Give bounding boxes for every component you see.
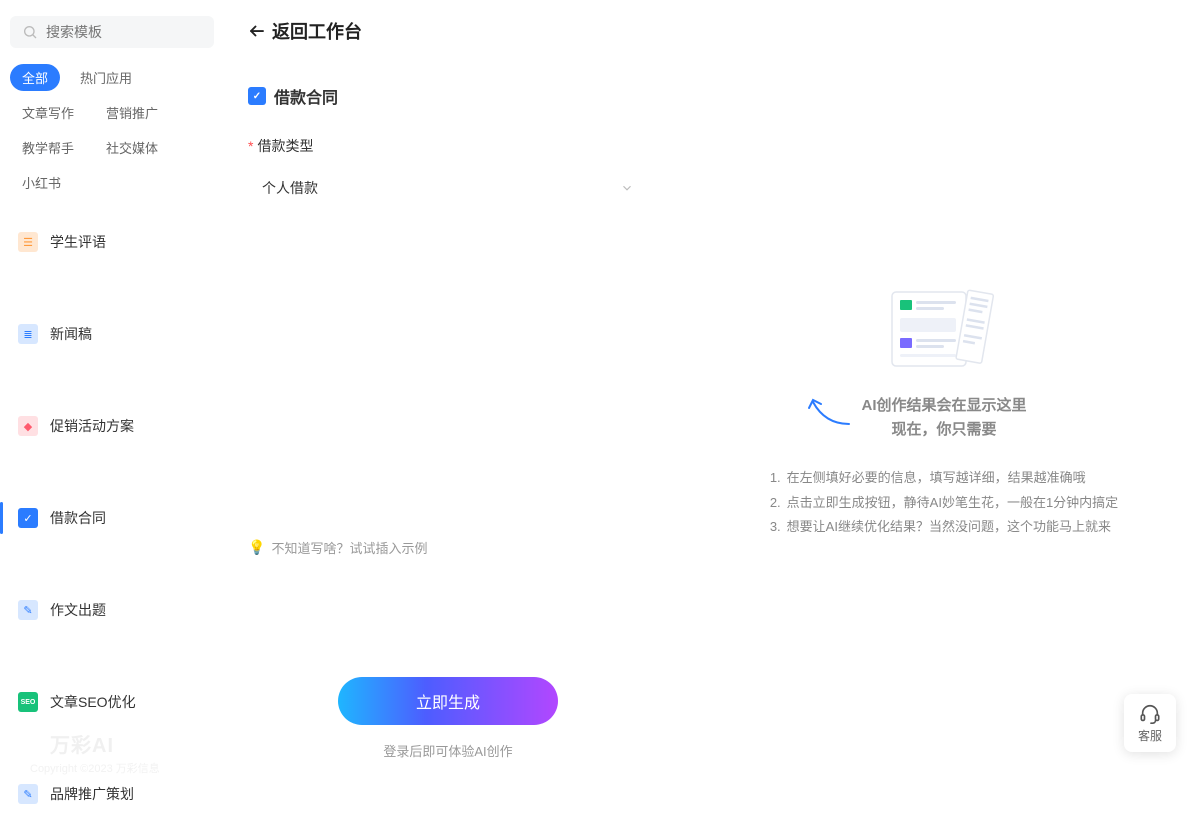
customer-service-button[interactable]: 客服 <box>1124 694 1176 752</box>
nav-item-brand[interactable]: ✎ 品牌推广策划 <box>10 772 214 816</box>
main: 返回工作台 ✓ 借款合同 *借款类型 个人借款 💡 不知道写啥？试试插入示例 <box>224 0 1200 800</box>
generate-area: 立即生成 登录后即可体验AI创作 <box>248 677 648 800</box>
nav-label: 借款合同 <box>50 508 106 528</box>
steps-list: 1.在左侧填好必要的信息，填写越详细，结果越准确哦 2.点击立即生成按钮，静待A… <box>770 466 1118 540</box>
nav-label: 促销活动方案 <box>50 416 134 436</box>
headline-1: AI创作结果会在显示这里 <box>861 394 1026 418</box>
loan-type-select[interactable]: 个人借款 <box>248 168 648 208</box>
essay-icon: ✎ <box>18 600 38 620</box>
nav-label: 新闻稿 <box>50 324 92 344</box>
nav-list: ☰ 学生评语 ≣ 新闻稿 ◆ 促销活动方案 ✓ 借款合同 ✎ 作文出题 SEO … <box>10 220 214 816</box>
tag-writing[interactable]: 文章写作 <box>10 99 86 126</box>
result-column: AI创作结果会在显示这里 现在，你只需要 1.在左侧填好必要的信息，填写越详细，… <box>688 84 1200 800</box>
nav-item-essay[interactable]: ✎ 作文出题 <box>10 588 214 632</box>
chevron-down-icon <box>620 181 634 195</box>
login-hint: 登录后即可体验AI创作 <box>248 741 648 760</box>
tag-teaching[interactable]: 教学帮手 <box>10 134 86 161</box>
arrow-left-icon <box>248 22 266 40</box>
back-label: 返回工作台 <box>272 18 362 44</box>
tag-hot[interactable]: 热门应用 <box>68 64 144 91</box>
select-value: 个人借款 <box>262 178 318 198</box>
helper-text: 不知道写啥？试试插入示例 <box>271 538 427 557</box>
curved-arrow-icon <box>805 396 853 428</box>
copyright: Copyright ©2023 万彩信息 <box>30 760 160 776</box>
form-column: ✓ 借款合同 *借款类型 个人借款 💡 不知道写啥？试试插入示例 立即生成 登录… <box>248 84 648 800</box>
brand-icon: ✎ <box>18 784 38 804</box>
nav-item-seo[interactable]: SEO 文章SEO优化 <box>10 680 214 724</box>
nav-label: 学生评语 <box>50 232 106 252</box>
student-icon: ☰ <box>18 232 38 252</box>
field-label-text: 借款类型 <box>257 138 313 154</box>
step-item: 1.在左侧填好必要的信息，填写越详细，结果越准确哦 <box>770 466 1118 491</box>
form-title-text: 借款合同 <box>274 84 338 108</box>
nav-item-student-comment[interactable]: ☰ 学生评语 <box>10 220 214 264</box>
sidebar: 全部 热门应用 文章写作 营销推广 教学帮手 社交媒体 小红书 ☰ 学生评语 ≣… <box>0 0 224 800</box>
promo-icon: ◆ <box>18 416 38 436</box>
required-mark: * <box>248 138 253 154</box>
step-item: 2.点击立即生成按钮，静待AI妙笔生花，一般在1分钟内搞定 <box>770 491 1118 516</box>
result-headline: AI创作结果会在显示这里 现在，你只需要 <box>861 394 1026 442</box>
nav-label: 品牌推广策划 <box>50 784 134 804</box>
headline-2: 现在，你只需要 <box>861 418 1026 442</box>
tag-xhs[interactable]: 小红书 <box>10 169 73 196</box>
tag-marketing[interactable]: 营销推广 <box>94 99 170 126</box>
nav-item-promo[interactable]: ◆ 促销活动方案 <box>10 404 214 448</box>
back-link[interactable]: 返回工作台 <box>248 18 1200 44</box>
nav-item-news[interactable]: ≣ 新闻稿 <box>10 312 214 356</box>
document-illustration-icon <box>884 284 1004 374</box>
seo-icon: SEO <box>18 692 38 712</box>
search-input[interactable] <box>46 24 202 40</box>
news-icon: ≣ <box>18 324 38 344</box>
form-title: ✓ 借款合同 <box>248 84 648 108</box>
nav-label: 作文出题 <box>50 600 106 620</box>
step-item: 3.想要让AI继续优化结果？当然没问题，这个功能马上就来 <box>770 515 1118 540</box>
helper-hint[interactable]: 💡 不知道写啥？试试插入示例 <box>248 538 648 557</box>
watermark: 万彩AI <box>50 729 114 758</box>
nav-item-loan[interactable]: ✓ 借款合同 <box>10 496 214 540</box>
search-icon <box>22 24 38 40</box>
nav-label: 文章SEO优化 <box>50 692 136 712</box>
field-label: *借款类型 <box>248 136 648 156</box>
headset-icon <box>1139 703 1161 725</box>
search-box[interactable] <box>10 16 214 48</box>
loan-icon: ✓ <box>18 508 38 528</box>
tag-social[interactable]: 社交媒体 <box>94 134 170 161</box>
lightbulb-icon: 💡 <box>248 539 265 556</box>
cs-label: 客服 <box>1138 727 1162 744</box>
form-title-icon: ✓ <box>248 87 266 105</box>
tag-all[interactable]: 全部 <box>10 64 60 91</box>
tag-list: 全部 热门应用 文章写作 营销推广 教学帮手 社交媒体 小红书 <box>10 64 214 196</box>
generate-button[interactable]: 立即生成 <box>338 677 558 725</box>
